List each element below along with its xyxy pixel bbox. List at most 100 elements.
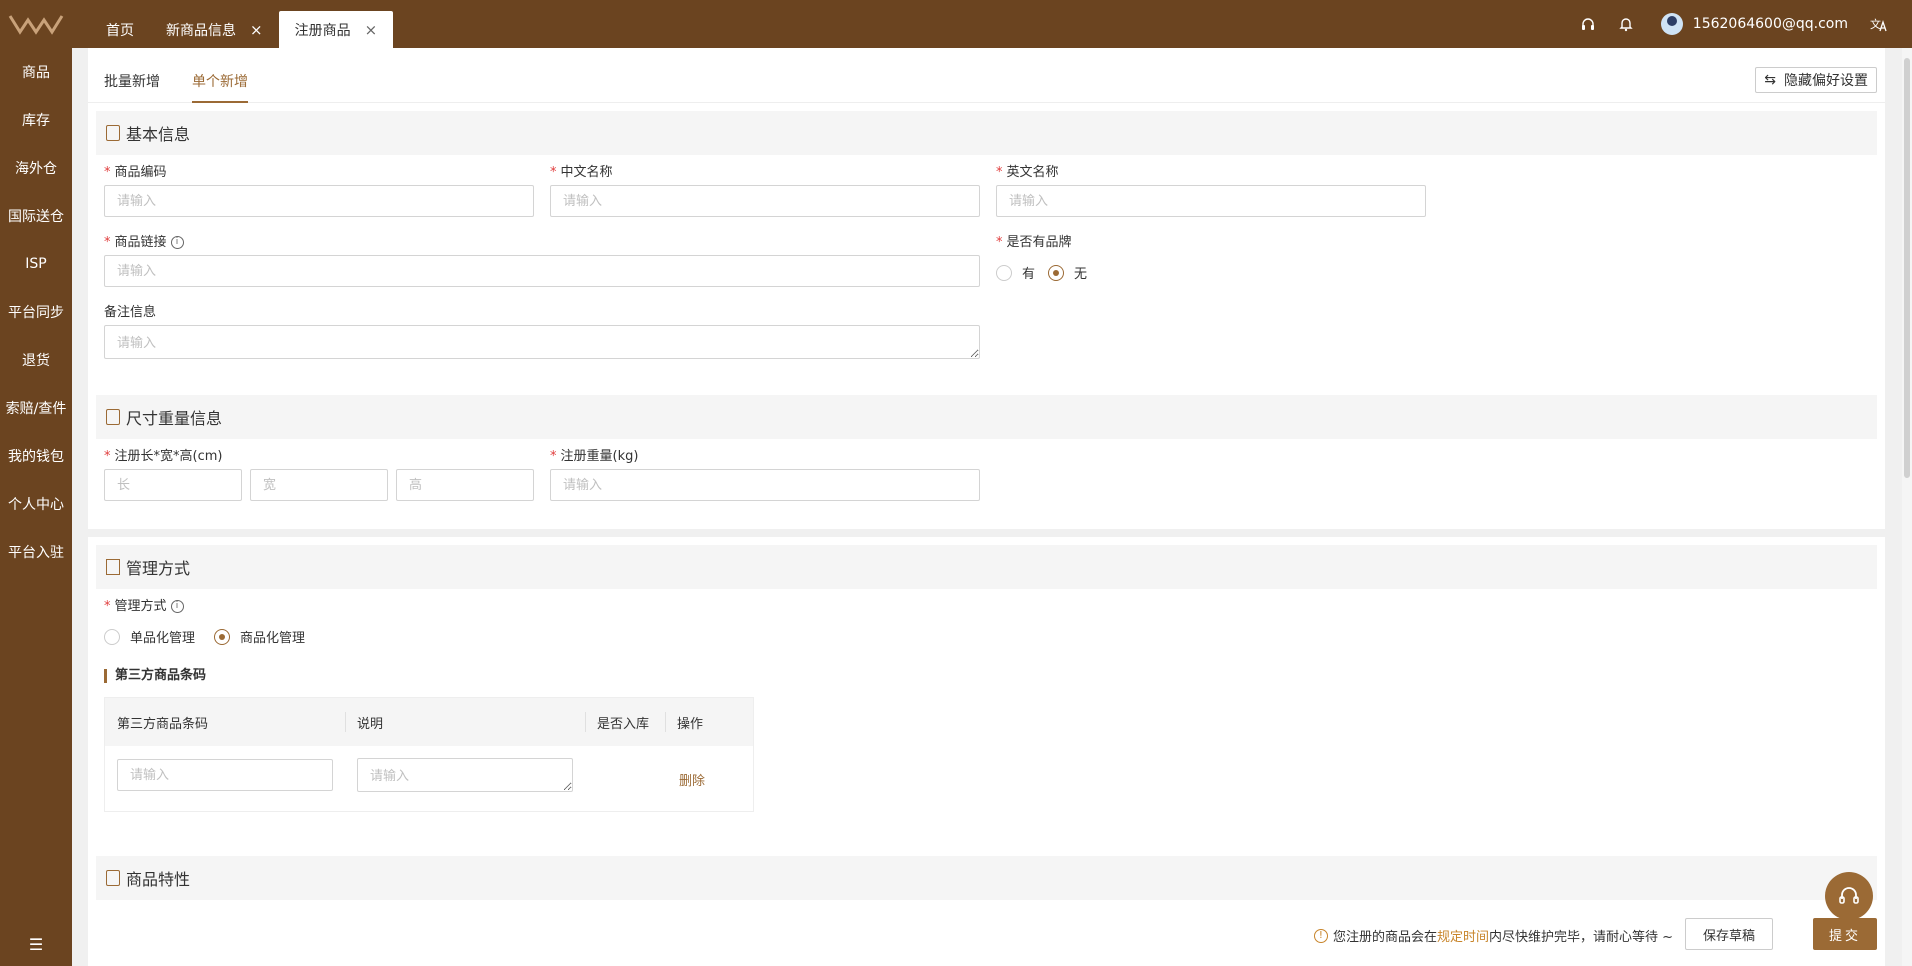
col-description: 说明 xyxy=(357,716,384,732)
barcode-desc-textarea[interactable] xyxy=(357,758,573,792)
customer-service-button[interactable] xyxy=(1825,872,1873,920)
size-weight-section: 尺寸重量信息 *注册长*宽*高(cm) *注册重量(kg) xyxy=(88,387,1885,529)
section-title: 基本信息 xyxy=(126,125,191,144)
section-title: 管理方式 xyxy=(126,559,191,578)
logo[interactable] xyxy=(8,12,64,36)
brand-no-radio[interactable]: 无 xyxy=(1048,263,1087,282)
en-name-label: * 英文名称 xyxy=(996,165,1059,180)
footer-note: ! 您注册的商品会在 规定时间 内尽快维护完毕，请耐心等待 ~ xyxy=(1313,926,1673,945)
submit-button[interactable]: 提交 xyxy=(1813,918,1877,950)
management-section: 管理方式 * 管理方式 i 单品化管理 商品化管理 第三方商品条码 第三方商品条码 … xyxy=(88,537,1885,888)
avatar[interactable] xyxy=(1660,13,1683,35)
feature-icon xyxy=(106,870,120,886)
section-header: 基本信息 xyxy=(96,111,1877,155)
button-label: 隐藏偏好设置 xyxy=(1784,73,1868,89)
sidebar: 商品 库存 海外仓 国际送仓 ISP 平台同步 退货 索赔/查件 我的钱包 个人… xyxy=(0,48,72,966)
delete-row-link[interactable]: 删除 xyxy=(679,770,705,789)
sidebar-item-returns[interactable]: 退货 xyxy=(0,336,72,384)
footer-action-bar: ! 您注册的商品会在 规定时间 内尽快维护完毕，请耐心等待 ~ 保存草稿 提交 xyxy=(88,902,1885,966)
swap-icon: ⇆ xyxy=(1764,72,1776,88)
section-header: 尺寸重量信息 xyxy=(96,395,1877,439)
barcode-subheading: 第三方商品条码 xyxy=(104,669,206,683)
tab-new-product-info[interactable]: 新商品信息 × xyxy=(150,11,279,48)
user-email[interactable]: 1562064600@qq.com xyxy=(1693,16,1848,32)
sidebar-item-product[interactable]: 商品 xyxy=(0,48,72,96)
subtab-bar: 批量新增 单个新增 ⇆ 隐藏偏好设置 xyxy=(88,48,1885,103)
tab-batch-add[interactable]: 批量新增 xyxy=(104,71,160,91)
radio-dot xyxy=(104,628,120,645)
col-stocked: 是否入库 xyxy=(597,716,650,732)
section-title: 商品特性 xyxy=(126,870,191,889)
brand-yes-radio[interactable]: 有 xyxy=(996,263,1035,282)
col-action: 操作 xyxy=(677,716,704,732)
basic-info-section: 基本信息 *商品编码 *中文名称 *英文名称 *商品链接i *是否有品牌 有 无… xyxy=(88,103,1885,427)
cn-name-input[interactable] xyxy=(550,185,980,217)
sidebar-item-overseas-warehouse[interactable]: 海外仓 xyxy=(0,144,72,192)
document-icon xyxy=(106,125,120,141)
section-title: 尺寸重量信息 xyxy=(126,409,223,428)
info-icon[interactable]: i xyxy=(170,600,184,613)
table-row: 删除 xyxy=(105,746,753,811)
brand-label: * 是否有品牌 xyxy=(996,235,1072,250)
menu-collapse-icon[interactable]: ☰ xyxy=(0,935,72,954)
grid-icon xyxy=(106,559,120,575)
table-header: 第三方商品条码 说明 是否入库 操作 xyxy=(105,698,753,746)
sidebar-item-inventory[interactable]: 库存 xyxy=(0,96,72,144)
note-suffix: 内尽快维护完毕，请耐心等待 ~ xyxy=(1488,930,1673,945)
sidebar-item-intl-delivery[interactable]: 国际送仓 xyxy=(0,192,72,240)
height-input[interactable] xyxy=(396,469,534,501)
link-label: * 商品链接 i xyxy=(104,231,184,250)
barcode-input[interactable] xyxy=(117,759,333,791)
warning-icon: ! xyxy=(1313,928,1328,943)
tab-register-product[interactable]: 注册商品 × xyxy=(278,11,394,48)
tab-label: 新商品信息 xyxy=(166,22,236,39)
close-icon[interactable]: × xyxy=(365,21,378,39)
save-draft-button[interactable]: 保存草稿 xyxy=(1685,918,1773,950)
headset-icon[interactable] xyxy=(1579,15,1597,33)
cn-name-label: * 中文名称 xyxy=(550,165,613,180)
note-highlight: 规定时间 xyxy=(1436,930,1489,945)
close-icon[interactable]: × xyxy=(250,21,263,39)
top-right-tools: 1562064600@qq.com 文 xyxy=(1559,0,1888,48)
scrollbar-thumb[interactable] xyxy=(1904,58,1910,478)
svg-text:文: 文 xyxy=(1870,17,1881,31)
sidebar-item-claims[interactable]: 索赔/查件 xyxy=(0,384,72,432)
sku-input[interactable] xyxy=(104,185,534,217)
sidebar-item-profile[interactable]: 个人中心 xyxy=(0,480,72,528)
ruler-icon xyxy=(106,409,120,425)
section-header: 管理方式 xyxy=(96,545,1877,589)
section-header: 商品特性 xyxy=(96,856,1877,900)
tab-label: 注册商品 xyxy=(294,22,351,39)
col-barcode: 第三方商品条码 xyxy=(117,716,209,732)
tab-single-add[interactable]: 单个新增 xyxy=(192,71,248,91)
radio-dot xyxy=(996,264,1012,281)
dims-label: * 注册长*宽*高(cm) xyxy=(104,449,223,464)
hide-preferences-button[interactable]: ⇆ 隐藏偏好设置 xyxy=(1755,67,1877,93)
sidebar-item-platform-sync[interactable]: 平台同步 xyxy=(0,288,72,336)
product-mode-radio[interactable]: 商品化管理 xyxy=(214,627,305,646)
width-input[interactable] xyxy=(250,469,388,501)
main-content: 批量新增 单个新增 ⇆ 隐藏偏好设置 基本信息 *商品编码 *中文名称 *英文名… xyxy=(88,48,1885,966)
weight-input[interactable] xyxy=(550,469,980,501)
barcode-table: 第三方商品条码 说明 是否入库 操作 删除 xyxy=(104,697,754,812)
en-name-input[interactable] xyxy=(996,185,1426,217)
weight-label: * 注册重量(kg) xyxy=(550,449,639,464)
length-input[interactable] xyxy=(104,469,242,501)
sidebar-item-isp[interactable]: ISP xyxy=(0,240,72,288)
features-section: 商品特性 xyxy=(88,848,1885,908)
product-link-input[interactable] xyxy=(104,255,980,287)
translate-icon[interactable]: 文 xyxy=(1870,15,1888,33)
single-item-radio[interactable]: 单品化管理 xyxy=(104,627,195,646)
sku-label: * 商品编码 xyxy=(104,165,167,180)
info-icon[interactable]: i xyxy=(170,236,184,249)
headset-icon xyxy=(1839,887,1859,904)
page-scrollbar[interactable] xyxy=(1902,48,1912,966)
tab-home[interactable]: 首页 xyxy=(90,11,150,48)
tab-bar: 首页 新商品信息 × 注册商品 × xyxy=(90,11,394,48)
remark-textarea[interactable] xyxy=(104,325,980,359)
sidebar-item-wallet[interactable]: 我的钱包 xyxy=(0,432,72,480)
sidebar-item-platform-onboarding[interactable]: 平台入驻 xyxy=(0,528,72,576)
tab-label: 首页 xyxy=(106,22,134,39)
bell-icon[interactable] xyxy=(1617,15,1635,33)
note-prefix: 您注册的商品会在 xyxy=(1332,930,1437,945)
